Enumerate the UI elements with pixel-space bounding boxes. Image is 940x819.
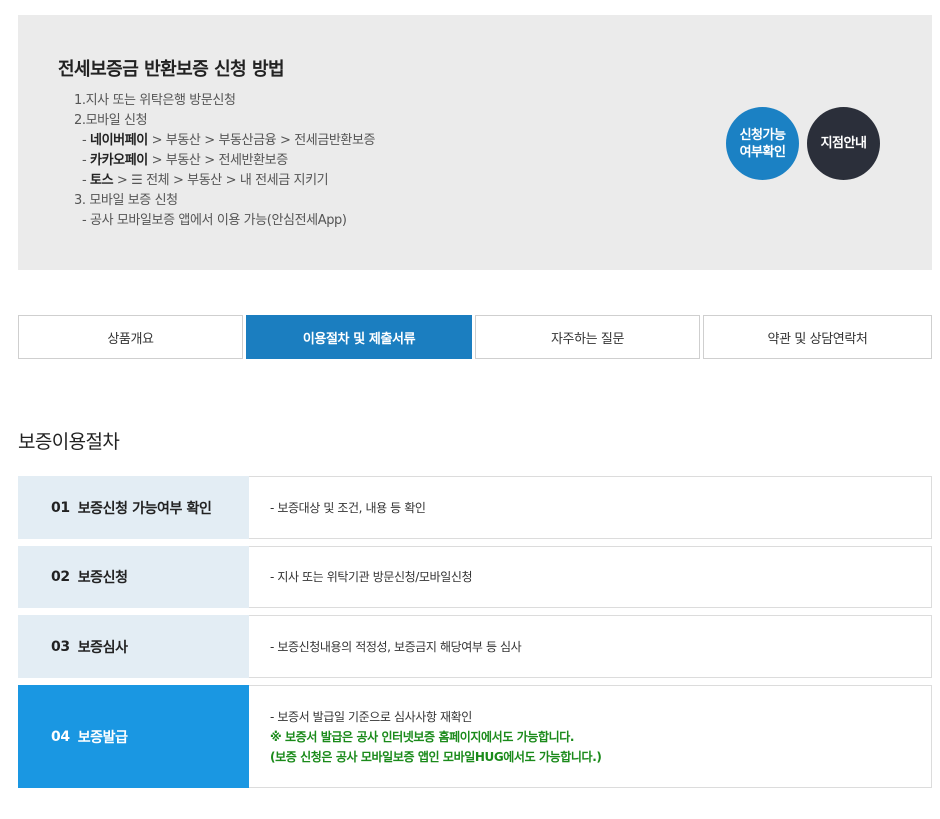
notice-mobile-hug: (보증 신청은 공사 모바일보증 앱인 모바일HUG에서도 가능합니다.) [270, 749, 602, 764]
step-row-02: 02 보증신청 - 지사 또는 위탁기관 방문신청/모바일신청 [18, 546, 932, 608]
tab-terms-contacts[interactable]: 약관 및 상담연락처 [703, 315, 932, 359]
info-line-naver: - 네이버페이 > 부동산 > 부동산금융 > 전세금반환보증 [82, 133, 376, 148]
tab-faq[interactable]: 자주하는 질문 [475, 315, 700, 359]
step-title: 보증심사 [77, 639, 128, 656]
info-line-toss: - 토스 > ☰ 전체 > 부동산 > 내 전세금 지키기 [82, 173, 329, 188]
step-number: 02 [51, 569, 70, 585]
step-head-02: 02 보증신청 [18, 546, 249, 608]
info-lines: 1.지사 또는 위탁은행 방문신청 2.모바일 신청 - 네이버페이 > 부동산… [74, 91, 376, 231]
step-desc-03: - 보증신청내용의 적정성, 보증금지 해당여부 등 심사 [270, 639, 522, 654]
info-panel: 전세보증금 반환보증 신청 방법 1.지사 또는 위탁은행 방문신청 2.모바일… [18, 15, 932, 270]
step-number: 04 [51, 728, 70, 745]
step-title: 보증신청 [77, 570, 128, 586]
step-desc-04: - 보증서 발급일 기준으로 심사사항 재확인 ※ 보증서 발급은 공사 인터넷… [270, 686, 602, 787]
step-title: 보증신청 가능여부 확인 [77, 500, 212, 517]
branch-info-button[interactable]: 지점안내 [807, 107, 880, 180]
step-head-03: 03 보증심사 [18, 615, 249, 678]
step-desc-01: - 보증대상 및 조건, 내용 등 확인 [270, 500, 426, 515]
toss-label: 토스 [90, 173, 114, 188]
info-title: 전세보증금 반환보증 신청 방법 [58, 59, 285, 80]
step-row-03: 03 보증심사 - 보증신청내용의 적정성, 보증금지 해당여부 등 심사 [18, 615, 932, 678]
step-number: 01 [51, 499, 70, 516]
info-line-mobile-guarantee: 3. 모바일 보증 신청 [74, 193, 178, 208]
tab-bar: 상품개요 이용절차 및 제출서류 자주하는 질문 약관 및 상담연락처 [18, 315, 932, 359]
step-head-01: 01 보증신청 가능여부 확인 [18, 476, 249, 539]
check-eligibility-button[interactable]: 신청가능 여부확인 [726, 107, 799, 180]
kakao-pay-label: 카카오페이 [90, 153, 148, 168]
info-line-mobile: 2.모바일 신청 [74, 113, 148, 128]
step-desc-02: - 지사 또는 위탁기관 방문신청/모바일신청 [270, 570, 473, 584]
step-row-04: 04 보증발급 - 보증서 발급일 기준으로 심사사항 재확인 ※ 보증서 발급은… [18, 685, 932, 788]
info-line-app: - 공사 모바일보증 앱에서 이용 가능(안심전세App) [82, 213, 347, 228]
step-title: 보증발급 [77, 729, 128, 746]
step-row-01: 01 보증신청 가능여부 확인 - 보증대상 및 조건, 내용 등 확인 [18, 476, 932, 539]
tab-product-overview[interactable]: 상품개요 [18, 315, 243, 359]
step-number: 03 [51, 638, 70, 655]
info-line-kakao: - 카카오페이 > 부동산 > 전세반환보증 [82, 153, 288, 168]
tab-procedure-documents[interactable]: 이용절차 및 제출서류 [246, 315, 472, 359]
notice-internet: ※ 보증서 발급은 공사 인터넷보증 홈페이지에서도 가능합니다. [270, 729, 575, 744]
step-head-04: 04 보증발급 [18, 685, 249, 788]
naver-pay-label: 네이버페이 [90, 133, 148, 148]
section-title: 보증이용절차 [18, 431, 120, 453]
info-line-visit: 1.지사 또는 위탁은행 방문신청 [74, 93, 236, 108]
